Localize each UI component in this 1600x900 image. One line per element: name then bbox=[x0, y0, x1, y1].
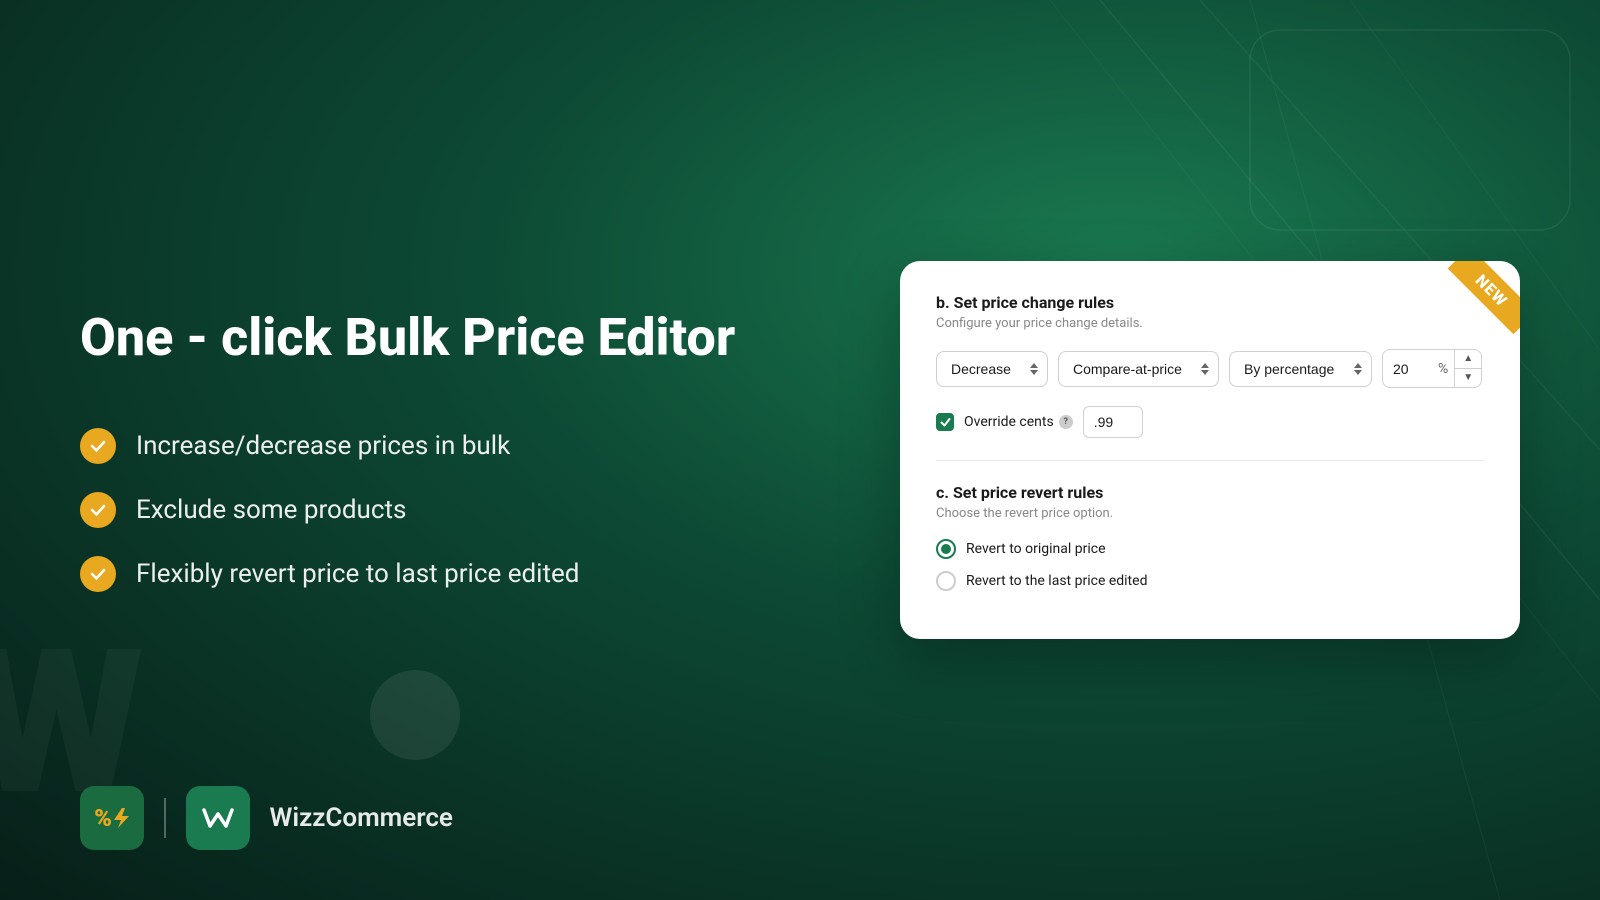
info-icon[interactable]: ? bbox=[1059, 415, 1073, 429]
controls-row: Increase Decrease Price Compare-at-price bbox=[936, 349, 1484, 388]
feature-text-3: Flexibly revert price to last price edit… bbox=[136, 559, 579, 589]
price-rules-title: b. Set price change rules bbox=[936, 293, 1484, 312]
override-cents-label: Override cents ? bbox=[964, 414, 1073, 430]
radio-last-label: Revert to the last price edited bbox=[966, 573, 1147, 589]
new-badge-label: NEW bbox=[1447, 261, 1520, 334]
target-select[interactable]: Price Compare-at-price bbox=[1058, 351, 1219, 387]
spinner-up-button[interactable]: ▲ bbox=[1455, 350, 1481, 369]
method-select[interactable]: By percentage By amount To fixed value bbox=[1229, 351, 1372, 387]
brand-name: WizzCommerce bbox=[270, 803, 453, 833]
radio-original-inner bbox=[941, 544, 951, 554]
radio-original-label: Revert to original price bbox=[966, 541, 1106, 557]
feature-list: Increase/decrease prices in bulk Exclude… bbox=[80, 428, 840, 592]
app-logo: % bbox=[80, 786, 144, 850]
main-content: One - click Bulk Price Editor Increase/d… bbox=[0, 0, 1600, 900]
spinner-down-button[interactable]: ▼ bbox=[1455, 369, 1481, 387]
method-select-wrapper[interactable]: By percentage By amount To fixed value bbox=[1229, 351, 1372, 387]
logos-area: % WizzCommerce bbox=[80, 786, 453, 850]
revert-rules-subtitle: Choose the revert price option. bbox=[936, 506, 1484, 521]
cents-input[interactable] bbox=[1083, 406, 1143, 438]
main-title: One - click Bulk Price Editor bbox=[80, 308, 840, 368]
override-cents-row: Override cents ? bbox=[936, 406, 1484, 438]
radio-original-outer[interactable] bbox=[936, 539, 956, 559]
price-rules-subtitle: Configure your price change details. bbox=[936, 316, 1484, 331]
direction-select-wrapper[interactable]: Increase Decrease bbox=[936, 351, 1048, 387]
brand-logo bbox=[186, 786, 250, 850]
check-icon-1 bbox=[80, 428, 116, 464]
feature-item-2: Exclude some products bbox=[80, 492, 840, 528]
check-icon-3 bbox=[80, 556, 116, 592]
radio-last-outer[interactable] bbox=[936, 571, 956, 591]
feature-text-1: Increase/decrease prices in bulk bbox=[136, 431, 510, 461]
section-divider bbox=[936, 460, 1484, 461]
check-icon-2 bbox=[80, 492, 116, 528]
feature-text-2: Exclude some products bbox=[136, 495, 406, 525]
spinner-buttons: ▲ ▼ bbox=[1454, 350, 1481, 387]
override-cents-checkbox[interactable] bbox=[936, 413, 954, 431]
revert-rules-title: c. Set price revert rules bbox=[936, 483, 1484, 502]
right-panel: NEW b. Set price change rules Configure … bbox=[900, 261, 1520, 639]
feature-item-3: Flexibly revert price to last price edit… bbox=[80, 556, 840, 592]
target-select-wrapper[interactable]: Price Compare-at-price bbox=[1058, 351, 1219, 387]
feature-item-1: Increase/decrease prices in bulk bbox=[80, 428, 840, 464]
amount-input-wrapper[interactable]: % ▲ ▼ bbox=[1382, 349, 1482, 388]
left-panel: One - click Bulk Price Editor Increase/d… bbox=[80, 308, 900, 592]
radio-row-last[interactable]: Revert to the last price edited bbox=[936, 571, 1484, 591]
new-badge: NEW bbox=[1430, 261, 1520, 351]
direction-select[interactable]: Increase Decrease bbox=[936, 351, 1048, 387]
percent-symbol: % bbox=[1438, 352, 1454, 386]
price-editor-card: NEW b. Set price change rules Configure … bbox=[900, 261, 1520, 639]
logo-divider bbox=[164, 798, 166, 838]
radio-row-original[interactable]: Revert to original price bbox=[936, 539, 1484, 559]
amount-input[interactable] bbox=[1383, 352, 1438, 386]
